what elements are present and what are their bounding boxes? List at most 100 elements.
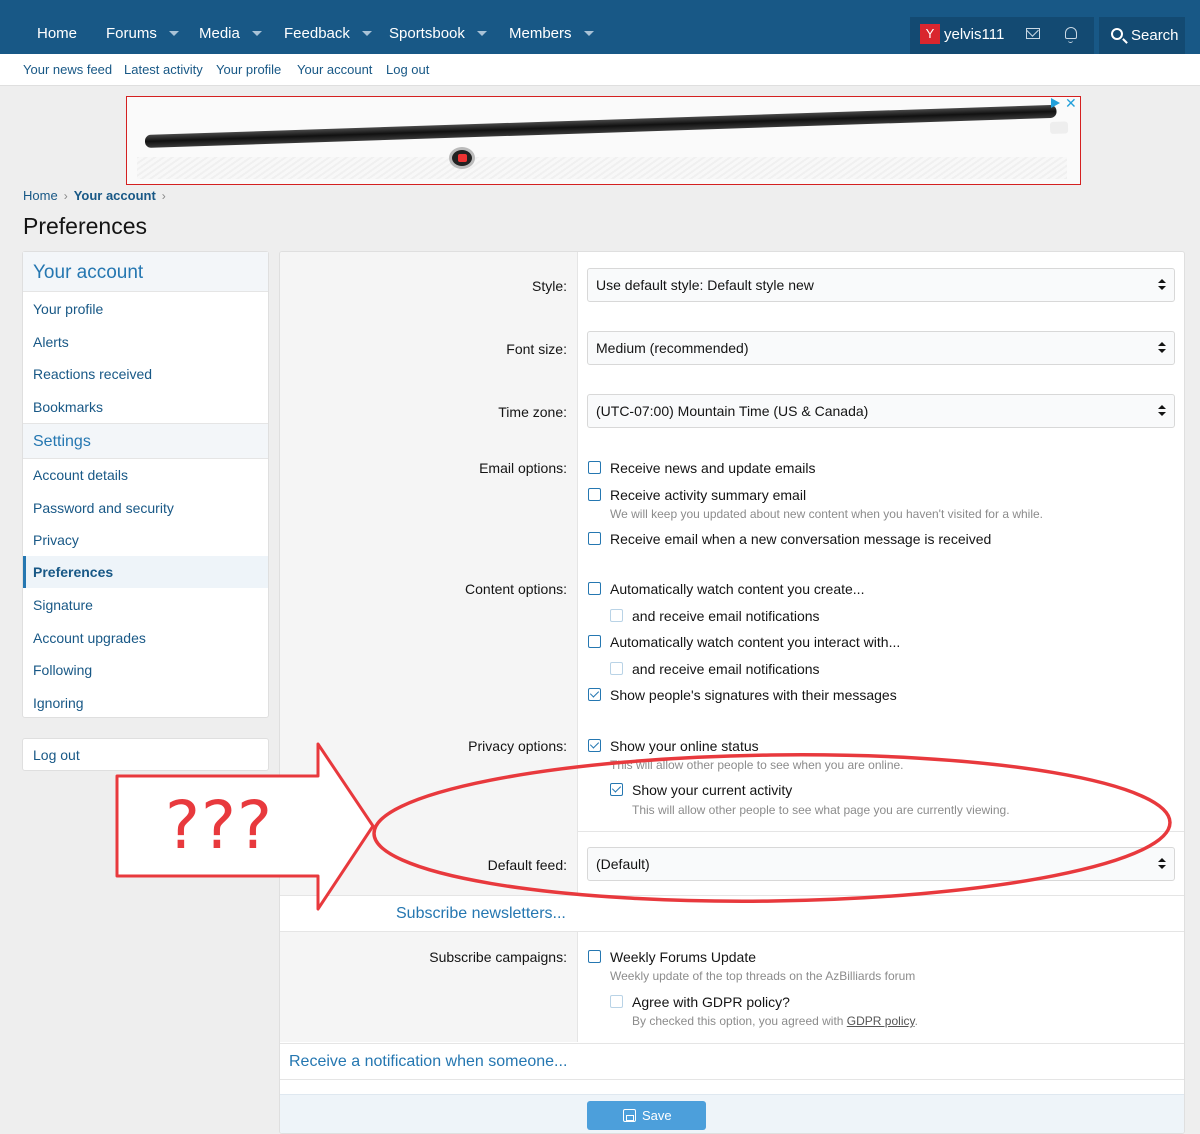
subnav-your-profile[interactable]: Your profile — [216, 62, 281, 77]
sidebar-item-account-upgrades[interactable]: Account upgrades — [23, 622, 268, 654]
subnav-log-out[interactable]: Log out — [386, 62, 429, 77]
gdpr-policy-link[interactable]: GDPR policy — [847, 1014, 915, 1028]
cue-stand-image — [449, 147, 475, 169]
bell-icon[interactable] — [1065, 27, 1077, 43]
breadcrumb-home[interactable]: Home — [23, 188, 58, 203]
gdpr-hint-end: . — [914, 1014, 918, 1028]
notification-section: Receive a notification when someone... — [280, 1043, 1184, 1080]
nav-media[interactable]: Media — [199, 0, 262, 54]
watch-interact-checkbox[interactable] — [588, 635, 601, 648]
sidebar-item-ignoring[interactable]: Ignoring — [23, 687, 268, 719]
style-select[interactable]: Use default style: Default style new — [587, 268, 1175, 302]
account-sidebar: Your account Your profile Alerts Reactio… — [22, 251, 269, 718]
watch-create-email-label[interactable]: and receive email notifications — [632, 608, 820, 624]
ad-choices-icon[interactable] — [1051, 98, 1060, 108]
default-feed-select-value: (Default) — [596, 856, 650, 872]
watch-interact-email-label[interactable]: and receive email notifications — [632, 661, 820, 677]
weekly-update-label[interactable]: Weekly Forums Update — [610, 949, 756, 965]
watch-create-email-checkbox[interactable] — [610, 609, 623, 622]
online-status-hint: This will allow other people to see when… — [610, 758, 904, 772]
chevron-down-icon[interactable] — [476, 30, 487, 36]
ad-background-pattern — [137, 157, 1067, 179]
nav-media-label: Media — [199, 25, 240, 42]
newsletters-section: Subscribe newsletters... — [280, 895, 1184, 932]
sidebar-heading-settings: Settings — [23, 423, 268, 459]
page-title: Preferences — [23, 213, 148, 239]
show-signatures-checkbox[interactable] — [588, 688, 601, 701]
gdpr-label[interactable]: Agree with GDPR policy? — [632, 994, 790, 1010]
chevron-down-icon[interactable] — [583, 30, 594, 36]
gdpr-hint: By checked this option, you agreed with … — [632, 1014, 918, 1028]
watch-interact-email-checkbox[interactable] — [610, 662, 623, 675]
nav-members-label: Members — [509, 25, 572, 42]
chevron-down-icon[interactable] — [361, 30, 372, 36]
nav-feedback[interactable]: Feedback — [284, 0, 372, 54]
avatar[interactable]: Y — [920, 24, 940, 44]
subscribe-campaigns-label: Subscribe campaigns: — [429, 949, 567, 965]
nav-forums-label: Forums — [106, 25, 157, 42]
sidebar-item-alerts[interactable]: Alerts — [23, 326, 268, 358]
breadcrumb-your-account[interactable]: Your account — [74, 188, 156, 203]
font-size-label: Font size: — [506, 341, 567, 357]
search-button[interactable]: Search — [1099, 17, 1185, 54]
time-zone-label: Time zone: — [498, 404, 567, 420]
advertisement-banner[interactable]: ✕ — [126, 96, 1081, 185]
nav-home[interactable]: Home — [37, 0, 77, 54]
gdpr-checkbox[interactable] — [610, 995, 623, 1008]
subnav-news-feed[interactable]: Your news feed — [23, 62, 112, 77]
close-icon[interactable]: ✕ — [1065, 97, 1077, 112]
subnav-your-account[interactable]: Your account — [297, 62, 372, 77]
sidebar-item-account-details[interactable]: Account details — [23, 459, 268, 491]
online-status-checkbox[interactable] — [588, 739, 601, 752]
news-email-checkbox[interactable] — [588, 461, 601, 474]
online-status-label[interactable]: Show your online status — [610, 738, 759, 754]
sidebar-logout-link[interactable]: Log out — [22, 738, 269, 771]
sidebar-item-privacy[interactable]: Privacy — [23, 524, 268, 556]
chevron-down-icon[interactable] — [251, 30, 262, 36]
save-icon — [623, 1109, 636, 1122]
nav-sportsbook-label: Sportsbook — [389, 25, 465, 42]
activity-summary-checkbox[interactable] — [588, 488, 601, 501]
default-feed-select[interactable]: (Default) — [587, 847, 1175, 881]
weekly-update-hint: Weekly update of the top threads on the … — [610, 969, 916, 983]
pool-cue-tip — [1049, 121, 1069, 134]
conversation-email-label[interactable]: Receive email when a new conversation me… — [610, 531, 991, 547]
sidebar-item-reactions-received[interactable]: Reactions received — [23, 358, 268, 390]
sidebar-item-preferences[interactable]: Preferences — [23, 556, 268, 588]
sidebar-item-bookmarks[interactable]: Bookmarks — [23, 391, 268, 423]
annotation-question-marks: ??? — [165, 787, 274, 864]
user-menu[interactable]: Y yelvis111 — [910, 17, 1094, 54]
username[interactable]: yelvis111 — [944, 26, 1004, 43]
brand-logo-icon — [458, 154, 467, 162]
watch-interact-label[interactable]: Automatically watch content you interact… — [610, 634, 900, 650]
subscribe-newsletters-link[interactable]: Subscribe newsletters... — [396, 905, 566, 923]
chevron-down-icon[interactable] — [168, 30, 179, 36]
chevron-right-icon: › — [63, 189, 68, 203]
time-zone-select[interactable]: (UTC-07:00) Mountain Time (US & Canada) — [587, 394, 1175, 428]
notification-link[interactable]: Receive a notification when someone... — [289, 1053, 567, 1071]
activity-summary-hint: We will keep you updated about new conte… — [610, 507, 1044, 521]
sidebar-item-your-profile[interactable]: Your profile — [23, 293, 268, 325]
watch-create-checkbox[interactable] — [588, 582, 601, 595]
current-activity-hint: This will allow other people to see what… — [632, 803, 1010, 817]
current-activity-checkbox[interactable] — [610, 783, 623, 796]
privacy-options-label: Privacy options: — [468, 738, 567, 754]
save-button[interactable]: Save — [587, 1101, 706, 1130]
sidebar-item-signature[interactable]: Signature — [23, 589, 268, 621]
sidebar-item-password-security[interactable]: Password and security — [23, 492, 268, 524]
nav-sportsbook[interactable]: Sportsbook — [389, 0, 487, 54]
inbox-icon[interactable] — [1026, 28, 1040, 39]
nav-forums[interactable]: Forums — [106, 0, 179, 54]
weekly-update-checkbox[interactable] — [588, 950, 601, 963]
chevron-right-icon: › — [161, 189, 166, 203]
nav-members[interactable]: Members — [509, 0, 594, 54]
watch-create-label[interactable]: Automatically watch content you create..… — [610, 581, 864, 597]
current-activity-label[interactable]: Show your current activity — [632, 782, 792, 798]
conversation-email-checkbox[interactable] — [588, 532, 601, 545]
activity-summary-label[interactable]: Receive activity summary email — [610, 487, 806, 503]
subnav-latest-activity[interactable]: Latest activity — [124, 62, 203, 77]
show-signatures-label[interactable]: Show people's signatures with their mess… — [610, 687, 897, 703]
news-email-label[interactable]: Receive news and update emails — [610, 460, 815, 476]
font-size-select[interactable]: Medium (recommended) — [587, 331, 1175, 365]
sidebar-item-following[interactable]: Following — [23, 654, 268, 686]
